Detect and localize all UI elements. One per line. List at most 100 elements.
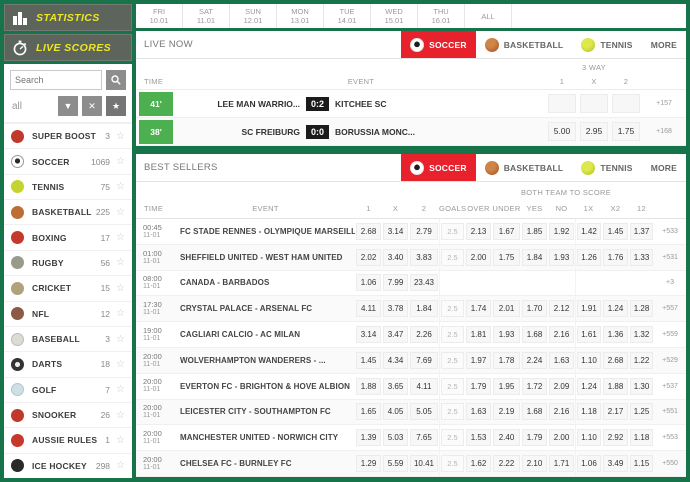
odd-value[interactable]: 1.63	[549, 351, 574, 369]
date-tab-sun[interactable]: SUN 12.01	[230, 4, 277, 28]
sidebar-item-ice-hockey[interactable]: ICE HOCKEY 298 ☆	[4, 452, 132, 479]
odd-value[interactable]: 1.97	[466, 351, 491, 369]
event-name[interactable]: MANCHESTER UNITED - NORWICH CITY	[176, 433, 355, 442]
favorite-star-icon[interactable]: ☆	[116, 334, 125, 345]
sidebar-item-tennis[interactable]: TENNIS 75 ☆	[4, 173, 132, 200]
odd-value[interactable]: 1.88	[603, 377, 628, 395]
more-markets-count[interactable]: +557	[654, 305, 686, 312]
event-name[interactable]: CANADA - BARBADOS	[176, 278, 355, 287]
odd-value[interactable]: 1.88	[356, 377, 381, 395]
odd-value[interactable]: 1.32	[630, 326, 653, 344]
sidebar-item-basketball[interactable]: BASKETBALL 225 ☆	[4, 199, 132, 225]
date-tab-tue[interactable]: TUE 14.01	[324, 4, 371, 28]
odd-value[interactable]: 23.43	[410, 274, 438, 292]
odd-value[interactable]: 1.75	[612, 122, 640, 141]
goals-line-value[interactable]: 2.5	[441, 429, 464, 447]
match-row[interactable]: 19:00 11-01 CAGLIARI CALCIO - AC MILAN 3.14…	[136, 322, 686, 348]
odd-value[interactable]: 1.84	[522, 248, 547, 266]
odd-value[interactable]: 2.17	[603, 403, 628, 421]
date-tab-all[interactable]: ALL	[465, 4, 512, 28]
odd-value[interactable]: 1.61	[577, 326, 601, 344]
favorites-star-icon[interactable]: ★	[106, 96, 126, 116]
more-markets-count[interactable]: +550	[654, 460, 686, 467]
odd-value[interactable]: 4.34	[383, 351, 408, 369]
filter-select-value[interactable]: all	[10, 101, 54, 112]
more-markets-count[interactable]: +531	[654, 254, 686, 261]
sidebar-item-snooker[interactable]: SNOOKER 26 ☆	[4, 401, 132, 428]
odd-value[interactable]: 1.92	[549, 222, 574, 240]
favorite-star-icon[interactable]: ☆	[116, 156, 125, 167]
odd-value[interactable]: 1.10	[577, 351, 601, 369]
goals-line-value[interactable]: 2.5	[441, 222, 464, 240]
odd-value[interactable]: 5.03	[383, 429, 408, 447]
event-name[interactable]: CRYSTAL PALACE - ARSENAL FC	[176, 304, 355, 313]
odd-value[interactable]: 2.40	[493, 429, 520, 447]
odd-value[interactable]: 3.40	[383, 248, 408, 266]
odd-value[interactable]: 1.91	[577, 300, 601, 318]
match-row[interactable]: 20:00 11-01 EVERTON FC - BRIGHTON & HOVE A…	[136, 373, 686, 400]
favorite-star-icon[interactable]: ☆	[116, 435, 125, 446]
odd-value[interactable]: 1.78	[493, 351, 520, 369]
odd-value[interactable]: 3.14	[356, 326, 381, 344]
tab-basketball[interactable]: BASKETBALL	[476, 154, 573, 181]
odd-value[interactable]: 1.45	[356, 351, 381, 369]
odd-value[interactable]: 2.01	[493, 300, 520, 318]
odd-value[interactable]: 1.71	[549, 455, 574, 473]
odd-value[interactable]: 1.63	[466, 403, 491, 421]
odd-value[interactable]: 1.24	[577, 377, 601, 395]
event-name[interactable]: LEICESTER CITY - SOUTHAMPTON FC	[176, 407, 355, 416]
odd-value[interactable]: 2.95	[580, 122, 608, 141]
odd-value[interactable]	[612, 94, 640, 113]
odd-value[interactable]: 1.76	[603, 248, 628, 266]
match-row[interactable]: 17:30 11-01 CRYSTAL PALACE - ARSENAL FC 4.1…	[136, 296, 686, 323]
sidebar-item-darts[interactable]: DARTS 18 ☆	[4, 351, 132, 377]
odd-value[interactable]: 2.24	[522, 351, 547, 369]
favorite-star-icon[interactable]: ☆	[116, 410, 125, 421]
odd-value[interactable]: 1.68	[522, 403, 547, 421]
odd-value[interactable]: 2.10	[522, 455, 547, 473]
goals-line-value[interactable]: 2.5	[441, 248, 464, 266]
statistics-button[interactable]: STATISTICS	[4, 4, 132, 31]
odd-value[interactable]	[580, 94, 608, 113]
odd-value[interactable]: 2.68	[356, 222, 381, 240]
search-icon[interactable]	[106, 70, 126, 90]
odd-value[interactable]: 1.67	[493, 222, 520, 240]
odd-value[interactable]: 3.14	[383, 222, 408, 240]
odd-value[interactable]: 2.13	[466, 222, 491, 240]
odd-value[interactable]: 7.99	[383, 274, 408, 292]
more-markets-count[interactable]: +551	[654, 408, 686, 415]
odd-value[interactable]	[548, 94, 576, 113]
odd-value[interactable]: 2.00	[549, 429, 574, 447]
favorite-star-icon[interactable]: ☆	[116, 207, 125, 218]
search-input[interactable]	[10, 70, 102, 90]
tab-tennis[interactable]: TENNIS	[572, 31, 641, 58]
odd-value[interactable]: 1.18	[577, 403, 601, 421]
event-name[interactable]: WOLVERHAMPTON WANDERERS - ...	[176, 356, 355, 365]
event-name[interactable]: CHELSEA FC - BURNLEY FC	[176, 459, 355, 468]
sidebar-item-soccer[interactable]: SOCCER 1069 ☆	[4, 148, 132, 174]
tab-basketball[interactable]: BASKETBALL	[476, 31, 573, 58]
odd-value[interactable]: 1.79	[522, 429, 547, 447]
odd-value[interactable]: 1.10	[577, 429, 601, 447]
odd-value[interactable]: 2.22	[493, 455, 520, 473]
sidebar-item-nfl[interactable]: NFL 12 ☆	[4, 300, 132, 326]
odd-value[interactable]: 2.09	[549, 377, 574, 395]
favorite-star-icon[interactable]: ☆	[116, 359, 125, 370]
odd-value[interactable]: 1.37	[630, 222, 653, 240]
tab-more[interactable]: MORE	[642, 154, 686, 181]
sidebar-item-rugby[interactable]: RUGBY 56 ☆	[4, 249, 132, 276]
tab-tennis[interactable]: TENNIS	[572, 154, 641, 181]
event-name[interactable]: EVERTON FC - BRIGHTON & HOVE ALBION	[176, 382, 355, 391]
odd-value[interactable]: 3.49	[603, 455, 628, 473]
match-row[interactable]: 01:00 11-01 SHEFFIELD UNITED - WEST HAM UN…	[136, 244, 686, 271]
odd-value[interactable]: 1.26	[577, 248, 601, 266]
odd-value[interactable]: 1.33	[630, 248, 653, 266]
live-match-row[interactable]: 41' LEE MAN WARRIO... 0:2 KITCHEE SC +157	[136, 90, 686, 118]
more-markets-count[interactable]: +533	[654, 228, 686, 235]
goals-line-value[interactable]: 2.5	[441, 351, 464, 369]
odd-value[interactable]: 2.00	[466, 248, 491, 266]
date-tab-thu[interactable]: THU 16.01	[418, 4, 465, 28]
favorite-star-icon[interactable]: ☆	[116, 131, 125, 142]
odd-value[interactable]: 5.00	[548, 122, 576, 141]
sidebar-item-super-boost[interactable]: SUPER BOOST 3 ☆	[4, 123, 132, 149]
